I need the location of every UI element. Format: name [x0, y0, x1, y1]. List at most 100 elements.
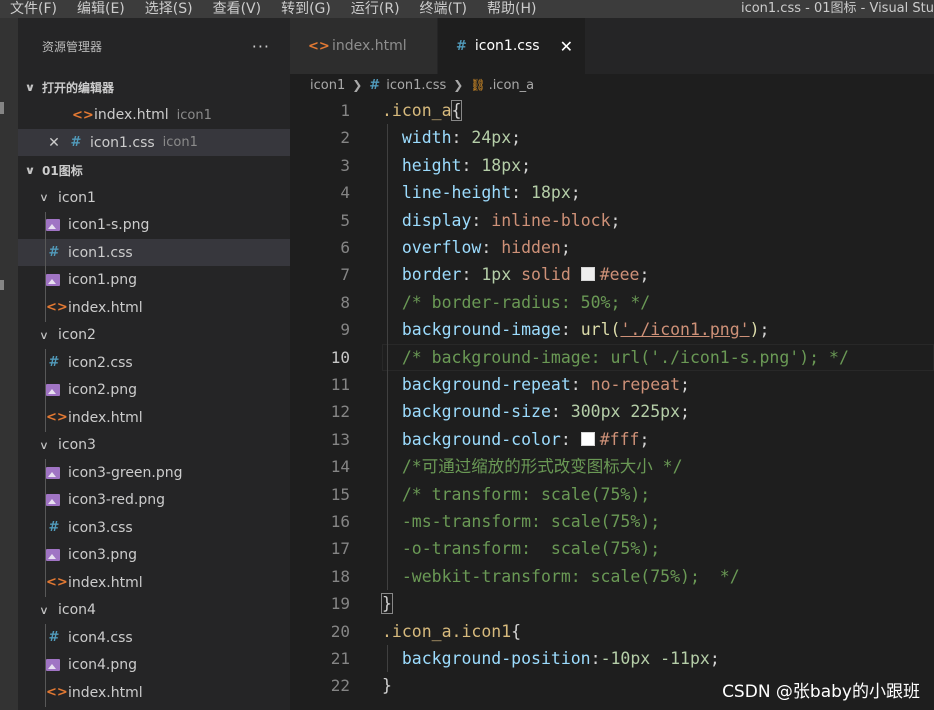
file-name: index.html	[68, 409, 143, 426]
tree-indent-guide	[45, 624, 46, 707]
file-item[interactable]: icon3-green.png	[18, 459, 290, 486]
folder-icon2[interactable]: ∨ icon2	[18, 322, 290, 349]
line-number: 18	[330, 566, 350, 586]
file-item[interactable]: <> index.html	[18, 679, 290, 706]
css-file-icon: #	[48, 355, 60, 370]
file-item[interactable]: <> index.html	[18, 294, 290, 321]
code-token: background-size	[401, 402, 551, 422]
menu-go[interactable]: 转到(G)	[271, 0, 341, 18]
file-item[interactable]: icon4.png	[18, 652, 290, 679]
file-item[interactable]: # icon2.css	[18, 349, 290, 376]
chevron-down-icon: ∨	[39, 191, 49, 204]
code-line: /* background-image: url('./icon1-s.png'…	[382, 344, 849, 371]
breadcrumb-file[interactable]: icon1.css	[386, 78, 446, 93]
code-token: #fff	[599, 429, 640, 449]
more-actions-icon[interactable]: ···	[252, 37, 270, 56]
file-item[interactable]: # icon3.css	[18, 514, 290, 541]
menu-view[interactable]: 查看(V)	[203, 0, 272, 18]
code-token: ;	[560, 238, 571, 257]
line-number: 5	[340, 210, 350, 230]
file-item[interactable]: # icon4.css	[18, 624, 290, 651]
css-file-icon: #	[70, 135, 82, 150]
code-token: ;	[680, 375, 690, 394]
code-token: inline-block	[491, 210, 611, 230]
code-line: -webkit-transform: scale(75%); */	[382, 563, 740, 590]
code-token: 18px	[481, 155, 522, 175]
close-tab-icon[interactable]: ✕	[560, 37, 573, 56]
code-token: }	[382, 676, 392, 696]
menu-selection[interactable]: 选择(S)	[135, 0, 203, 18]
folder-label: icon3	[58, 437, 96, 453]
section-workspace-root[interactable]: ∨ 01图标	[18, 157, 290, 184]
code-token: background-image	[401, 320, 561, 340]
folder-icon4[interactable]: ∨ icon4	[18, 597, 290, 624]
file-name: icon3.png	[68, 547, 138, 563]
file-item[interactable]: <> index.html	[18, 404, 290, 431]
menu-terminal[interactable]: 终端(T)	[410, 0, 477, 18]
code-token: /* border-radius: 50%; */	[401, 292, 651, 312]
open-editor-item[interactable]: <> index.html icon1	[18, 102, 290, 129]
color-swatch[interactable]	[580, 267, 595, 282]
menu-run[interactable]: 运行(R)	[341, 0, 410, 18]
file-item[interactable]: icon3.png	[18, 542, 290, 569]
code-token: :	[560, 320, 581, 340]
image-file-icon	[46, 659, 60, 671]
code-token: background-position	[401, 649, 591, 668]
html-file-icon: <>	[46, 410, 68, 425]
code-line: .icon_a.icon1{	[382, 618, 521, 645]
breadcrumb-symbol[interactable]: .icon_a	[489, 78, 535, 93]
tab-icon1-css[interactable]: # icon1.css ✕	[438, 18, 586, 74]
image-file-icon	[46, 219, 60, 231]
code-token: {	[450, 100, 463, 121]
tab-label: icon1.css	[474, 38, 540, 54]
code-token: 1px	[481, 265, 512, 285]
section-open-editors[interactable]: ∨ 打开的编辑器	[18, 74, 290, 101]
file-item[interactable]: # icon1.css	[18, 239, 290, 266]
menu-file[interactable]: 文件(F)	[0, 0, 67, 18]
line-number: 2	[340, 128, 350, 148]
workspace-root-label: 01图标	[42, 163, 83, 178]
color-swatch[interactable]	[580, 431, 595, 446]
file-item[interactable]: icon3-red.png	[18, 487, 290, 514]
css-file-icon: #	[48, 245, 60, 260]
menu-help[interactable]: 帮助(H)	[477, 0, 546, 18]
breadcrumb: icon1 ❯ # icon1.css ❯ ⛓ .icon_a	[290, 74, 934, 96]
tab-index-html[interactable]: <> index.html	[290, 18, 438, 74]
html-file-icon: <>	[46, 685, 68, 700]
code-editor[interactable]: 1 2 3 4 5 6 7 8 9 10 11 12 13 14 15 16 17 18 19 20 21 22 .ico…	[290, 96, 934, 710]
breadcrumb-folder[interactable]: icon1	[310, 78, 345, 93]
chevron-down-icon: ∨	[24, 163, 36, 177]
folder-label: icon2	[58, 327, 96, 343]
menu-bar: 文件(F) 编辑(E) 选择(S) 查看(V) 转到(G) 运行(R) 终端(T…	[0, 0, 934, 18]
image-file-icon	[46, 466, 60, 479]
line-number: 13	[330, 429, 350, 449]
open-editor-item[interactable]: ✕ # icon1.css icon1	[18, 129, 290, 156]
file-item[interactable]: icon2.png	[18, 377, 290, 404]
menu-edit[interactable]: 编辑(E)	[67, 0, 135, 18]
file-name: icon2.css	[68, 354, 133, 371]
file-item[interactable]: icon1-s.png	[18, 212, 290, 239]
file-item[interactable]: icon1.png	[18, 267, 290, 294]
activity-icon-marker[interactable]	[0, 280, 4, 290]
file-item[interactable]: <> index.html	[18, 569, 290, 596]
window-title: icon1.css - 01图标 - Visual Stu	[740, 1, 934, 16]
folder-icon1[interactable]: ∨ icon1	[18, 184, 290, 211]
line-number: 22	[330, 676, 350, 696]
code-token: -10px	[600, 649, 651, 668]
code-token: -o-transform: scale(75%);	[401, 539, 661, 559]
open-editor-desc: icon1	[176, 107, 212, 123]
code-token: solid	[521, 265, 571, 285]
folder-icon3[interactable]: ∨ icon3	[18, 432, 290, 459]
close-icon[interactable]: ✕	[46, 135, 62, 151]
code-token: no-repeat	[590, 375, 681, 394]
tab-label: index.html	[332, 38, 407, 54]
code-token: /* transform: scale(75%);	[401, 484, 651, 504]
code-line: background-image: url('./icon1.png');	[382, 316, 770, 343]
